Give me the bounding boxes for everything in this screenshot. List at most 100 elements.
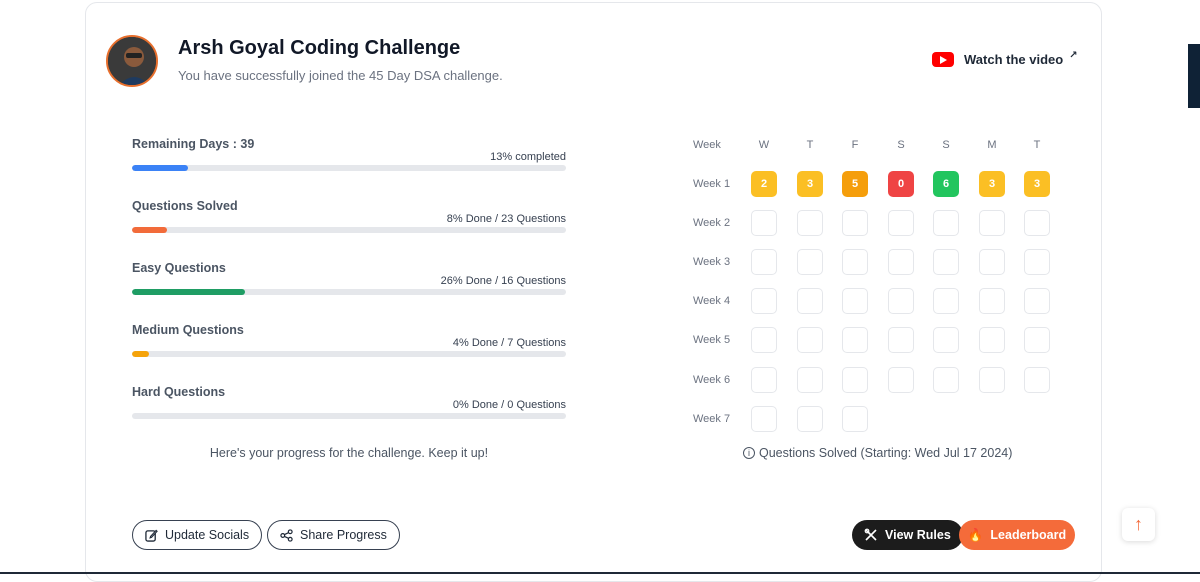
day-cell[interactable]: 3 [797,171,823,197]
day-cell[interactable] [1024,288,1050,314]
day-cell[interactable]: 2 [751,171,777,197]
day-cell[interactable] [797,406,823,432]
day-cell[interactable] [933,367,959,393]
progress-track [132,351,566,357]
youtube-icon [932,52,954,67]
side-edge-tab[interactable] [1188,44,1200,108]
day-cell[interactable] [979,210,1005,236]
week-label: Week 5 [693,334,731,346]
day-cell[interactable] [888,327,914,353]
day-cell[interactable] [751,210,777,236]
week-label: Week 6 [693,374,731,386]
day-cell[interactable] [797,210,823,236]
day-cell[interactable] [1024,210,1050,236]
day-cell[interactable] [797,327,823,353]
week-label: Week 4 [693,295,731,307]
day-cell[interactable] [888,288,914,314]
day-cell[interactable]: 5 [842,171,868,197]
day-cell[interactable] [979,288,1005,314]
day-cell[interactable] [842,288,868,314]
progress-message: Here's your progress for the challenge. … [209,446,489,460]
day-cell[interactable] [933,327,959,353]
day-header: S [897,139,905,151]
day-header: W [758,139,770,151]
day-cell[interactable] [1024,327,1050,353]
progress-easy-questions: Easy Questions 26% Done / 16 Questions [132,261,566,295]
progress-label: Medium Questions [132,323,244,337]
external-link-icon: ↗ [1069,50,1078,61]
day-cell[interactable]: 6 [933,171,959,197]
day-header: M [987,139,997,151]
day-header: T [1033,139,1041,151]
day-cell[interactable] [751,367,777,393]
day-cell[interactable]: 0 [888,171,914,197]
day-cell[interactable]: 3 [1024,171,1050,197]
share-progress-label: Share Progress [300,528,387,542]
progress-status: 8% Done / 23 Questions [446,213,566,225]
share-icon [280,528,293,542]
progress-label: Remaining Days : 39 [132,137,255,151]
calendar-note: i Questions Solved (Starting: Wed Jul 17… [743,446,1012,460]
progress-questions-solved: Questions Solved 8% Done / 23 Questions [132,199,566,233]
day-cell[interactable] [888,367,914,393]
leaderboard-label: Leaderboard [990,528,1067,542]
progress-track [132,289,566,295]
day-cell[interactable] [751,249,777,275]
day-cell[interactable] [842,249,868,275]
day-cell[interactable] [888,249,914,275]
day-cell[interactable] [888,210,914,236]
progress-fill [132,227,167,233]
info-icon: i [743,447,755,459]
avatar [106,35,158,87]
fire-icon: 🔥 [967,527,984,542]
page-title: Arsh Goyal Coding Challenge [178,37,461,59]
watch-video-link[interactable]: Watch the video ↗ [932,50,1078,67]
day-cell[interactable] [842,210,868,236]
day-cell[interactable]: 3 [979,171,1005,197]
progress-medium-questions: Medium Questions 4% Done / 7 Questions [132,323,566,357]
day-cell[interactable] [979,249,1005,275]
day-cell[interactable] [797,288,823,314]
day-cell[interactable] [797,249,823,275]
day-cell[interactable] [933,288,959,314]
progress-remaining-days: Remaining Days : 39 13% completed [132,137,566,171]
week-label: Week 1 [693,178,731,190]
day-cell[interactable] [1024,249,1050,275]
arrow-up-icon: ↑ [1134,514,1143,534]
day-cell[interactable] [842,327,868,353]
progress-fill [132,165,189,171]
day-cell[interactable] [979,327,1005,353]
progress-hard-questions: Hard Questions 0% Done / 0 Questions [132,385,566,419]
view-rules-button[interactable]: View Rules [852,520,963,550]
progress-fill [132,351,150,357]
watch-video-label: Watch the video [964,52,1064,67]
scroll-to-top-button[interactable]: ↑ [1122,508,1155,541]
week-column-header: Week [693,139,721,151]
day-cell[interactable] [751,327,777,353]
day-cell[interactable] [751,288,777,314]
day-cell[interactable] [933,210,959,236]
day-cell[interactable] [979,367,1005,393]
day-cell[interactable] [1024,367,1050,393]
view-rules-label: View Rules [885,528,951,542]
day-cell[interactable] [797,367,823,393]
week-label: Week 3 [693,256,731,268]
edit-icon [145,529,158,542]
progress-fill [132,289,245,295]
day-cell[interactable] [751,406,777,432]
day-cell[interactable] [933,249,959,275]
progress-track [132,227,566,233]
progress-status: 26% Done / 16 Questions [440,275,566,287]
leaderboard-button[interactable]: 🔥 Leaderboard [959,520,1075,550]
day-header: T [806,139,814,151]
share-progress-button[interactable]: Share Progress [267,520,400,550]
tools-icon [864,528,877,541]
day-cell[interactable] [842,367,868,393]
progress-status: 13% completed [490,151,566,163]
update-socials-button[interactable]: Update Socials [132,520,263,550]
progress-track [132,165,566,171]
day-cell[interactable] [842,406,868,432]
day-header: S [942,139,950,151]
page-subtitle: You have successfully joined the 45 Day … [178,68,503,83]
calendar-note-text: Questions Solved (Starting: Wed Jul 17 2… [759,446,1013,460]
